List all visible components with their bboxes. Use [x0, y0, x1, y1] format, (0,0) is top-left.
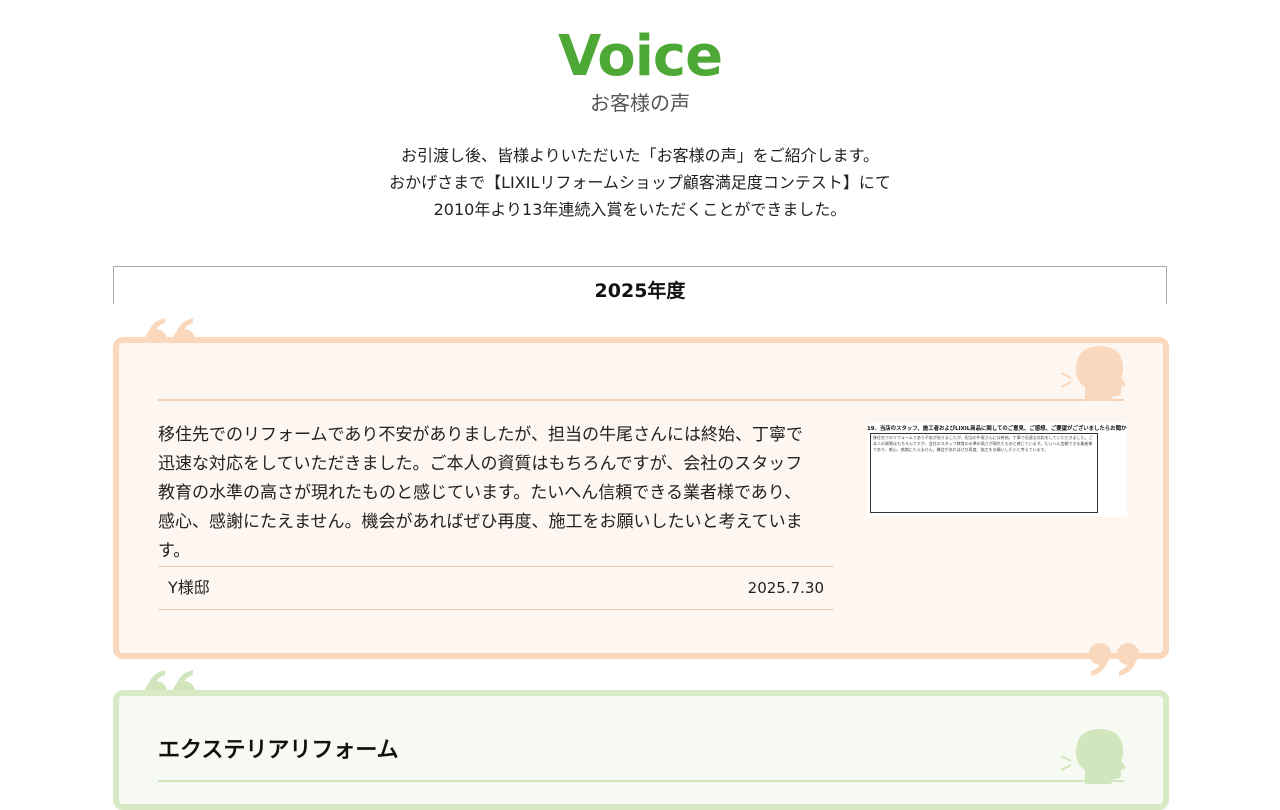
voice-text-line: 感心、感謝にたえません。機会があればぜひ再度、施工をお願いしたいと考えていま — [158, 512, 803, 532]
page-subtitle: お客様の声 — [590, 91, 690, 115]
survey-thumbnail[interactable]: 19．当店のスタッフ、施工者およびLIXIL商品に関してのご意見、ご感想、ご要望… — [867, 423, 1127, 517]
voice-meta: Y様邸 2025.7.30 — [158, 566, 834, 610]
intro-line: 2010年より13年連続入賞をいただくことができました。 — [433, 200, 847, 219]
voice-text-line: 迅速な対応をしていただきました。ご本人の資質はもちろんですが、会社のスタッフ — [158, 454, 803, 474]
close-quote-icon — [1089, 643, 1139, 676]
speaking-head-icon — [1060, 346, 1126, 401]
page-title: Voice — [557, 24, 723, 89]
voice-text: 移住先でのリフォームであり不安がありましたが、担当の牛尾さんには終始、丁寧で 迅… — [158, 421, 834, 566]
survey-question: 19．当店のスタッフ、施工者およびLIXIL商品に関してのご意見、ご感想、ご要望… — [867, 426, 1127, 432]
voice-card-title: エクステリアリフォーム — [158, 738, 399, 763]
intro-text: お引渡し後、皆様よりいただいた「お客様の声」をご紹介します。 おかげさまで【LI… — [0, 142, 1280, 223]
card-divider — [158, 399, 1124, 401]
voice-text-line: 教育の水準の高さが現れたものと感じています。たいへん信頼できる業者様であり、 — [158, 483, 802, 503]
voice-card: エクステリアリフォーム — [113, 690, 1169, 810]
intro-line: お引渡し後、皆様よりいただいた「お客様の声」をご紹介します。 — [400, 146, 880, 165]
speaking-head-icon — [1060, 729, 1126, 784]
voice-card: 移住先でのリフォームであり不安がありましたが、担当の牛尾さんには終始、丁寧で 迅… — [113, 337, 1169, 659]
intro-line: おかげさまで【LIXILリフォームショップ顧客満足度コンテスト】にて — [389, 173, 891, 192]
voice-text-line: す。 — [158, 541, 191, 561]
voice-date: 2025.7.30 — [747, 579, 824, 597]
year-heading: 2025年度 — [113, 266, 1167, 304]
card-divider — [158, 780, 1124, 782]
customer-name: Y様邸 — [168, 578, 210, 597]
voice-text-line: 移住先でのリフォームであり不安がありましたが、担当の牛尾さんには終始、丁寧で — [158, 425, 803, 445]
survey-answer: 移住先でのリフォームであり不安がありましたが、担当の牛尾さんには終始、丁寧で迅速… — [870, 433, 1098, 513]
